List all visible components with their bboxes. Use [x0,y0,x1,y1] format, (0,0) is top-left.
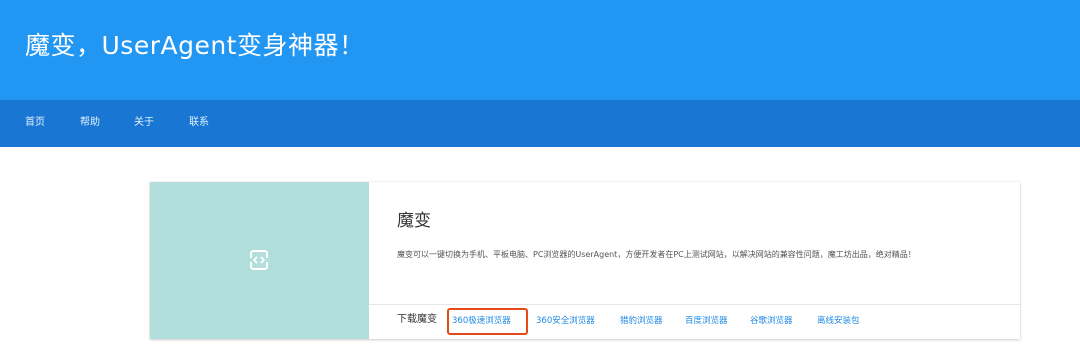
download-link-offline[interactable]: 离线安装包 [817,315,860,327]
highlight-annotation-box [447,308,528,335]
card-title: 魔变 [397,211,431,231]
download-label: 下载魔变 [397,314,437,325]
code-brackets-icon [250,250,268,270]
nav-item-help[interactable]: 帮助 [80,116,100,130]
app-card: 魔变 魔变可以一键切换为手机、平板电脑、PC浏览器的UserAgent，方便开发… [150,182,1020,339]
card-description: 魔变可以一键切换为手机、平板电脑、PC浏览器的UserAgent，方便开发者在P… [397,250,916,259]
nav-item-contact[interactable]: 联系 [189,116,209,130]
download-link-google[interactable]: 谷歌浏览器 [750,315,793,327]
download-link-liebao[interactable]: 猎豹浏览器 [620,315,663,327]
nav-item-about[interactable]: 关于 [134,116,154,130]
nav-item-home[interactable]: 首页 [25,116,45,130]
card-divider [369,304,1020,305]
card-media [150,182,369,339]
site-title: 魔变，UserAgent变身神器！ [25,31,365,60]
nav-bar: 首页 帮助 关于 联系 [0,100,1080,147]
site-header: 魔变，UserAgent变身神器！ [0,0,1080,100]
download-link-360-safe[interactable]: 360安全浏览器 [536,315,595,327]
download-link-baidu[interactable]: 百度浏览器 [685,315,728,327]
